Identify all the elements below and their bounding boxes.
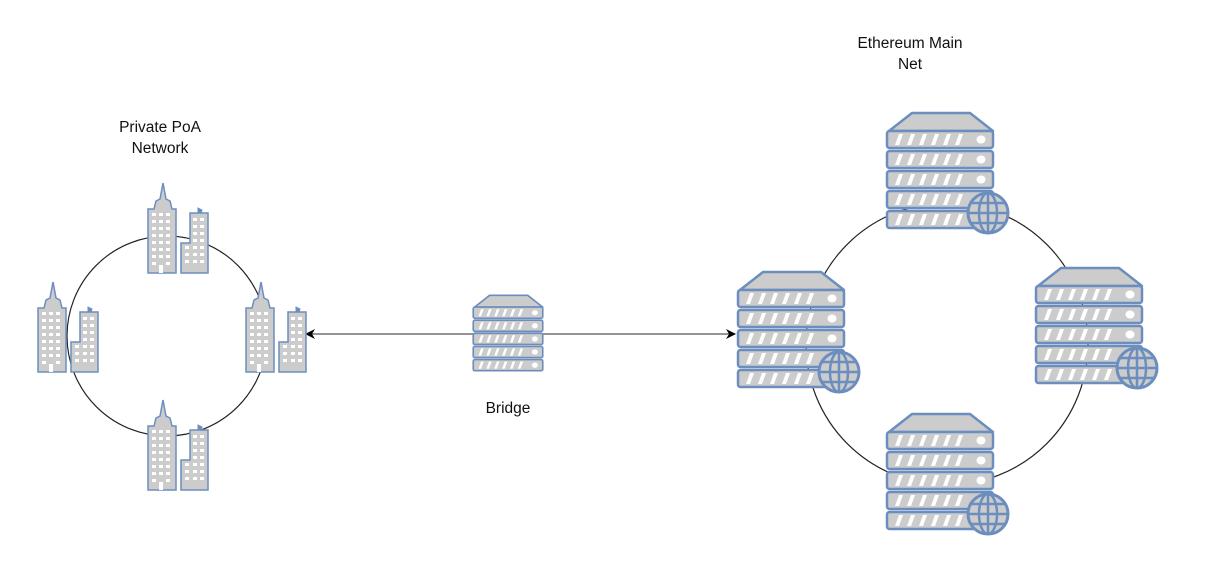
main-node-left[interactable]	[738, 272, 859, 392]
web-server-icon	[1036, 268, 1157, 388]
main-node-top[interactable]	[887, 113, 1008, 233]
private-node-top[interactable]	[147, 182, 209, 274]
web-server-icon	[887, 414, 1008, 534]
private-node-right[interactable]	[245, 281, 307, 373]
private-node-bottom[interactable]	[147, 399, 209, 491]
server-icon	[473, 295, 543, 370]
main-node-bottom[interactable]	[887, 414, 1008, 534]
network-diagram	[37, 0, 1226, 564]
building-icon	[147, 182, 209, 274]
edge-crop	[1160, 250, 1226, 410]
building-icon	[147, 399, 209, 491]
web-server-icon	[887, 113, 1008, 233]
building-icon	[245, 281, 307, 373]
bridge-node[interactable]	[473, 295, 543, 370]
main-node-right[interactable]	[1036, 268, 1157, 388]
web-server-icon	[738, 272, 859, 392]
